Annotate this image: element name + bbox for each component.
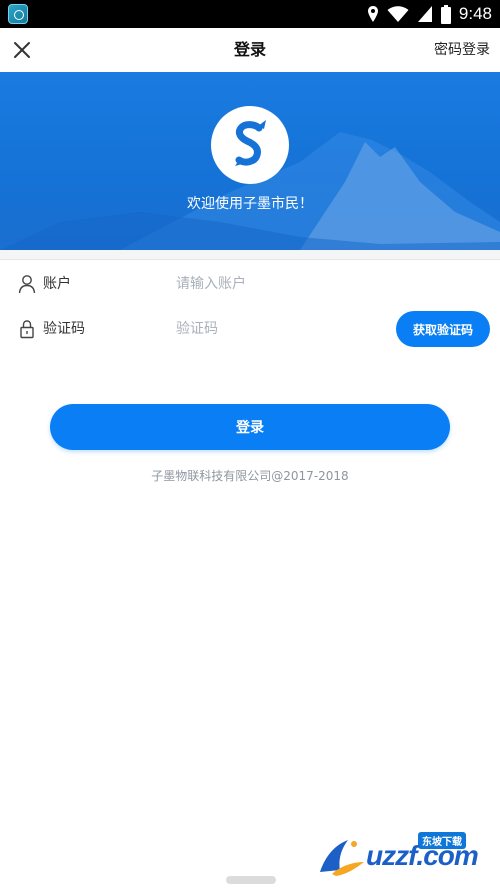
watermark-logo-icon	[320, 840, 364, 876]
nav-bar: 登录 密码登录	[0, 28, 500, 72]
copyright-text: 子墨物联科技有限公司@2017-2018	[151, 469, 349, 483]
watermark-text: uzzf.com	[366, 840, 479, 871]
get-code-button[interactable]: 获取验证码	[396, 311, 490, 347]
section-divider	[0, 250, 500, 260]
account-input[interactable]	[176, 270, 376, 298]
home-indicator	[226, 876, 276, 884]
location-icon	[367, 6, 378, 22]
site-watermark: 东坡下载 uzzf.com	[314, 832, 494, 878]
user-icon	[18, 275, 36, 294]
login-button[interactable]: 登录	[50, 404, 450, 450]
page-title: 登录	[233, 40, 266, 59]
status-icons: 9:48	[367, 3, 492, 25]
status-time: 9:48	[458, 4, 492, 23]
code-label: 验证码	[43, 321, 85, 337]
status-bar: 9:48	[0, 0, 500, 28]
verification-code-input[interactable]	[176, 315, 376, 343]
app-logo	[211, 106, 289, 184]
code-row: 验证码 获取验证码	[0, 307, 500, 351]
header-banner: 欢迎使用子墨市民！	[0, 72, 500, 250]
account-row: 账户	[0, 262, 500, 306]
app-icon	[8, 4, 28, 24]
welcome-text: 欢迎使用子墨市民！	[187, 196, 313, 212]
battery-icon	[440, 4, 451, 24]
password-login-link[interactable]: 密码登录	[434, 28, 490, 72]
signal-icon	[417, 6, 432, 22]
dragon-s-logo-icon	[235, 120, 266, 166]
wifi-icon	[387, 6, 409, 22]
close-icon[interactable]	[8, 36, 36, 64]
account-label: 账户	[43, 276, 71, 292]
lock-icon	[20, 320, 34, 339]
